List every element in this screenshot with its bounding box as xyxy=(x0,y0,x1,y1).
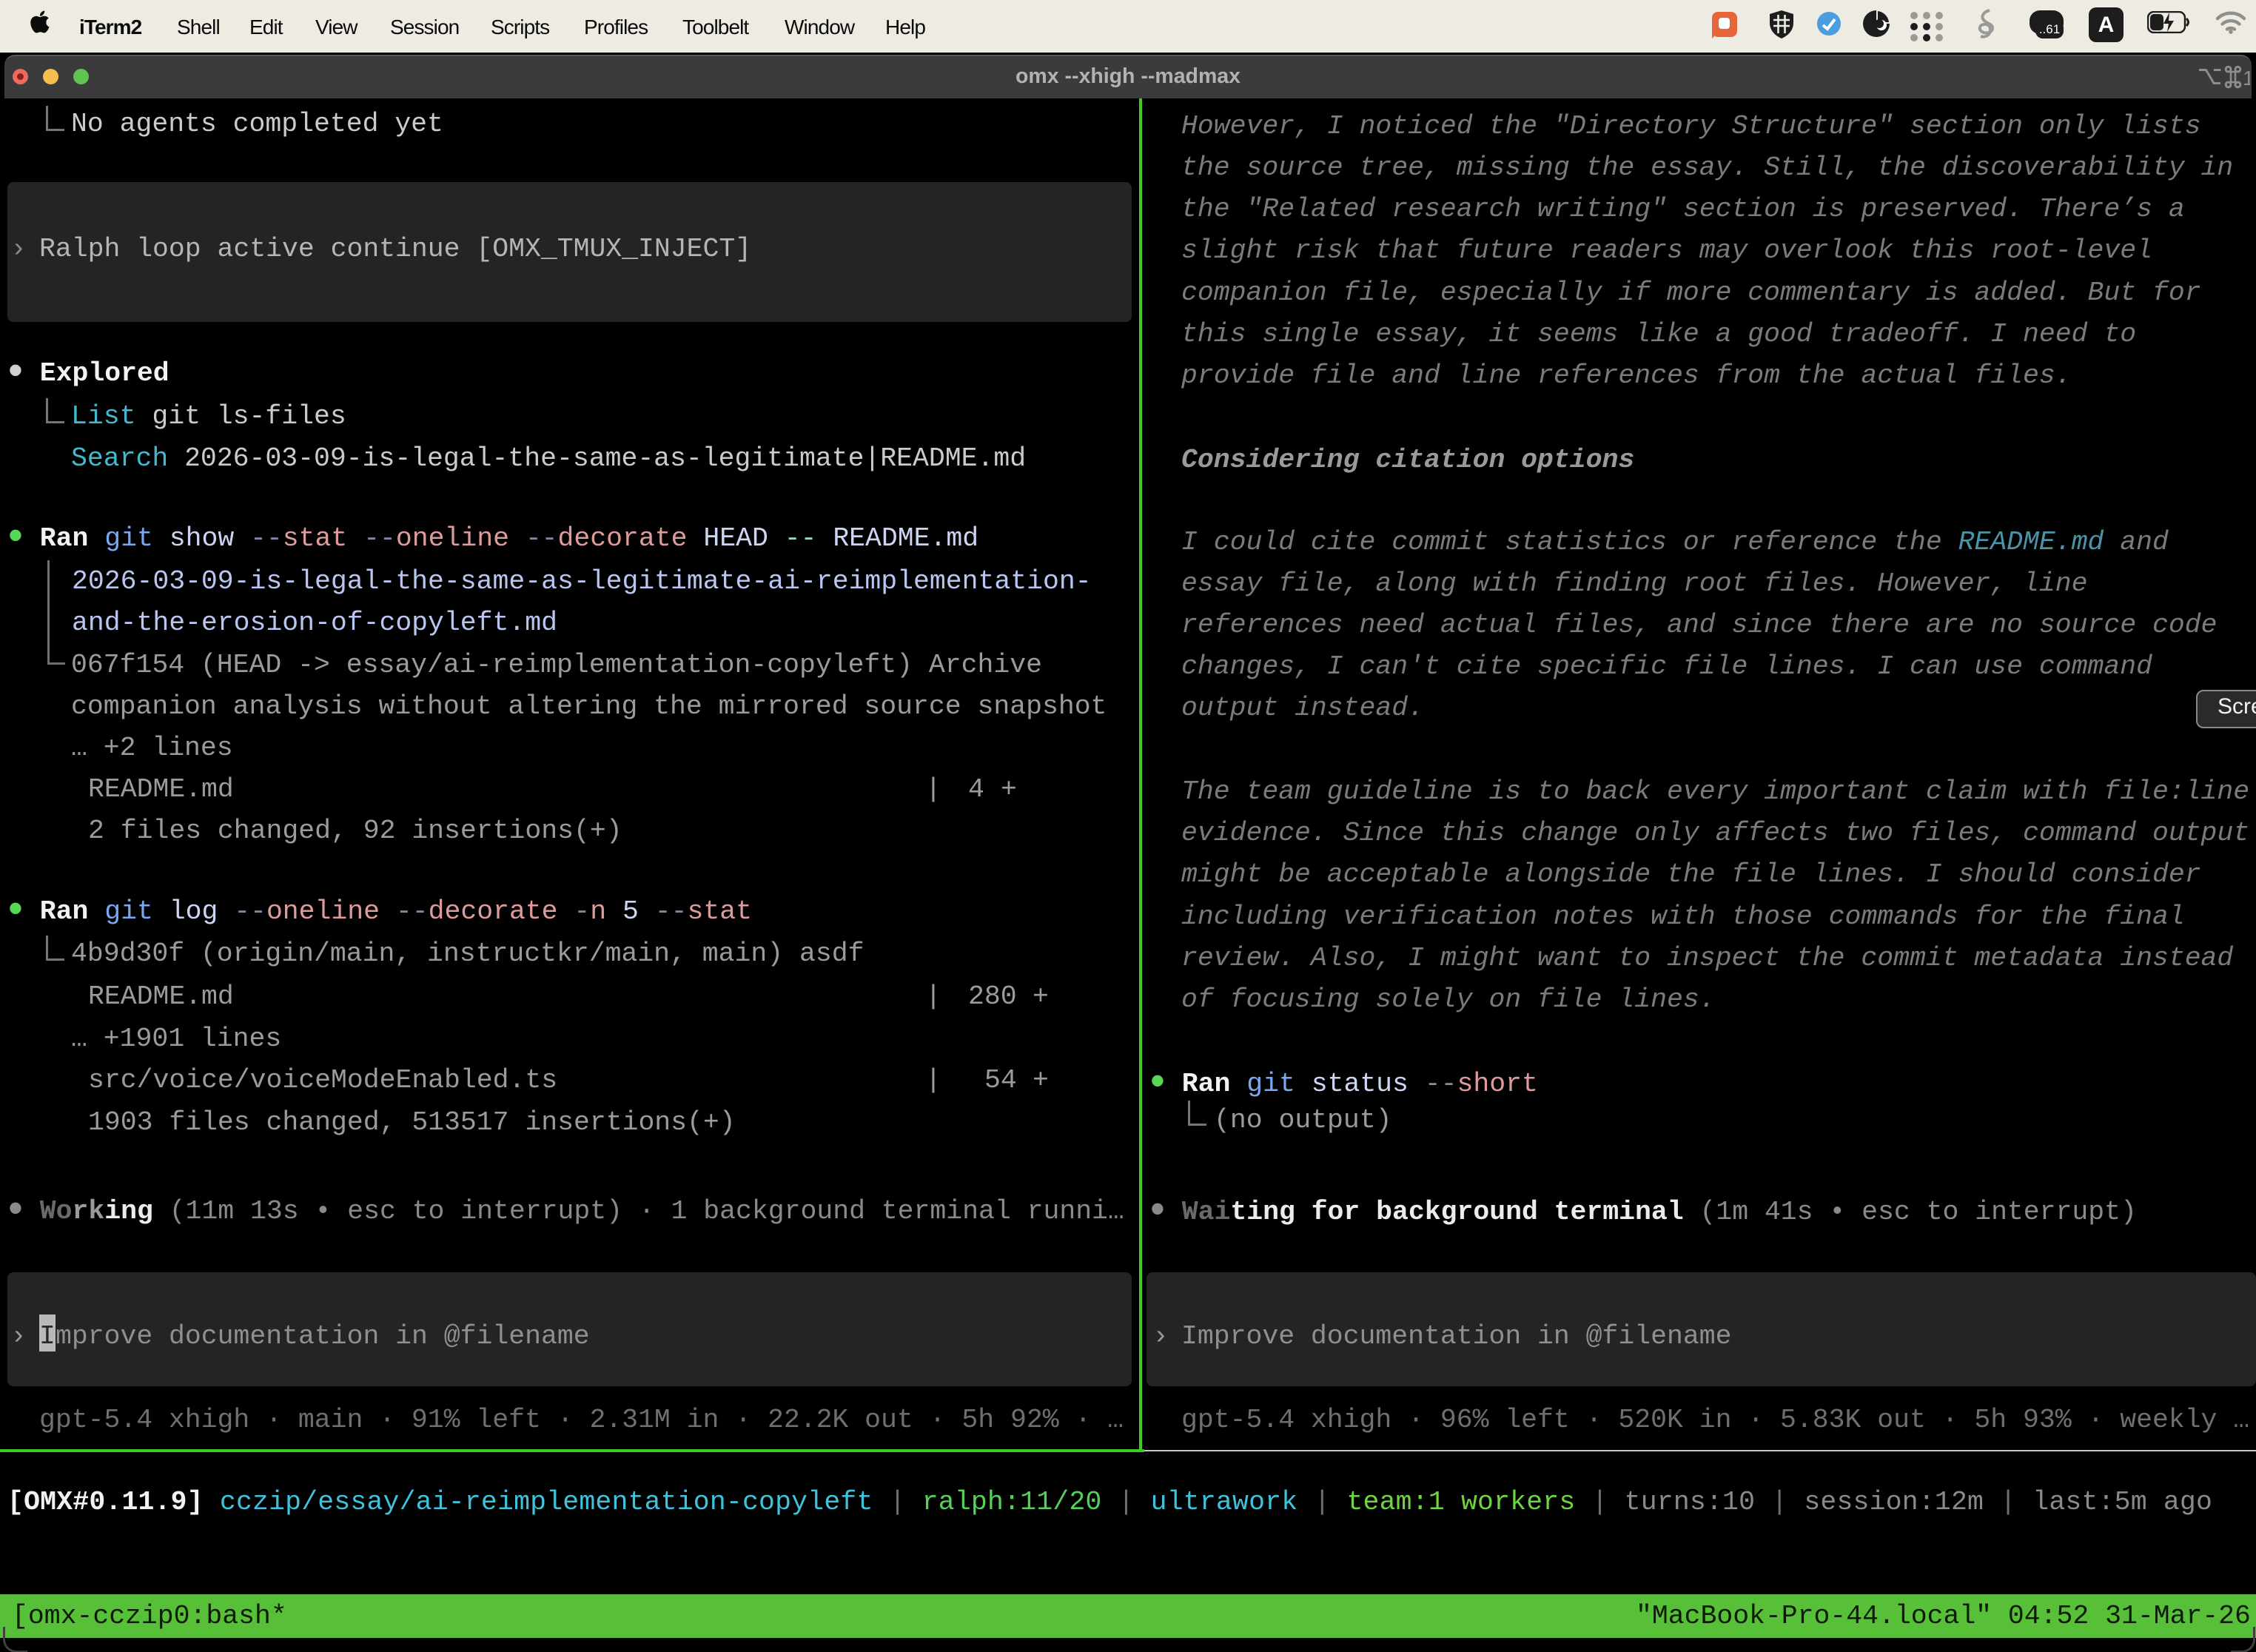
svg-text:1: 1 xyxy=(2243,67,2250,89)
